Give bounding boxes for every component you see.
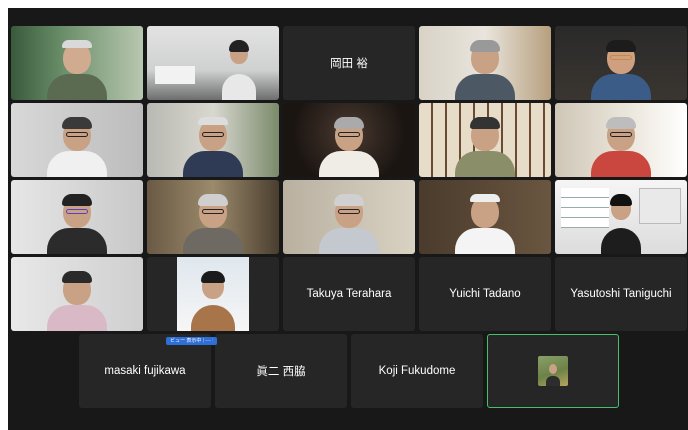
participant-tile[interactable]: Koji Fukudome [351,334,483,408]
participant-tile[interactable] [419,26,551,100]
participant-name: Yasutoshi Taniguchi [570,288,672,300]
participant-name: 岡田 裕 [330,58,368,70]
participant-tile[interactable]: masaki fujikawa [79,334,211,408]
participant-tile[interactable] [11,26,143,100]
participant-tile[interactable]: Yuichi Tadano [419,257,551,331]
participant-tile[interactable]: Takuya Terahara [283,257,415,331]
participant-tile[interactable] [11,103,143,177]
participant-tile[interactable] [555,180,687,254]
participant-tile[interactable] [11,180,143,254]
participant-name: Takuya Terahara [306,288,392,300]
active-speaker-tile[interactable] [487,334,619,408]
participant-name: masaki fujikawa [104,365,186,377]
participant-tile[interactable] [147,26,279,100]
participant-tile[interactable] [419,103,551,177]
participant-tile[interactable]: Yasutoshi Taniguchi [555,257,687,331]
participant-tile[interactable] [555,103,687,177]
participant-name: Yuichi Tadano [449,288,521,300]
participant-name: Koji Fukudome [378,365,456,377]
participant-name: 眞二 西脇 [256,366,306,378]
participant-tile[interactable]: 眞二 西脇 [215,334,347,408]
participant-tile[interactable]: 岡田 裕 [283,26,415,100]
avatar [538,356,568,386]
participant-tile[interactable] [555,26,687,100]
participant-tile[interactable] [283,180,415,254]
participant-tile[interactable] [283,103,415,177]
participant-tile[interactable] [419,180,551,254]
participant-tile[interactable] [147,257,279,331]
more-options-icon[interactable]: … [204,337,212,345]
participant-tile[interactable] [147,103,279,177]
participant-tile[interactable] [147,180,279,254]
participant-tile[interactable] [11,257,143,331]
video-grid: 岡田 裕 Takuya Terahara Yuichi Tadano Yasut… [8,8,688,430]
